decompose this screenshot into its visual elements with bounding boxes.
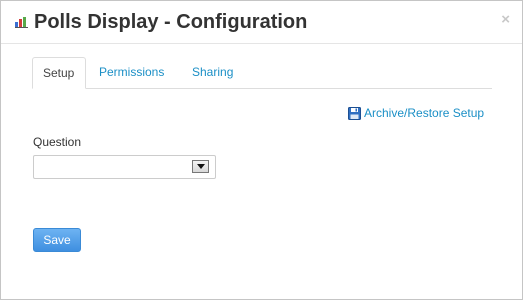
floppy-disk-icon: [348, 106, 361, 120]
tab-bar: Setup Permissions Sharing: [32, 57, 492, 89]
chevron-down-icon[interactable]: [192, 160, 209, 173]
bar-chart-icon: [15, 17, 28, 28]
dialog-title: Polls Display - Configuration: [34, 11, 308, 33]
save-button[interactable]: Save: [33, 228, 81, 252]
close-icon[interactable]: ×: [501, 12, 510, 28]
dialog-header: Polls Display - Configuration ×: [1, 1, 522, 44]
tab-permissions[interactable]: Permissions: [89, 57, 174, 87]
tab-setup[interactable]: Setup: [32, 57, 86, 89]
archive-restore-link[interactable]: Archive/Restore Setup: [348, 106, 484, 120]
question-select[interactable]: [33, 155, 216, 179]
configuration-dialog: Polls Display - Configuration × Setup Pe…: [0, 0, 523, 300]
tab-sharing[interactable]: Sharing: [182, 57, 243, 87]
archive-restore-label: Archive/Restore Setup: [364, 106, 485, 120]
question-label: Question: [33, 135, 82, 149]
